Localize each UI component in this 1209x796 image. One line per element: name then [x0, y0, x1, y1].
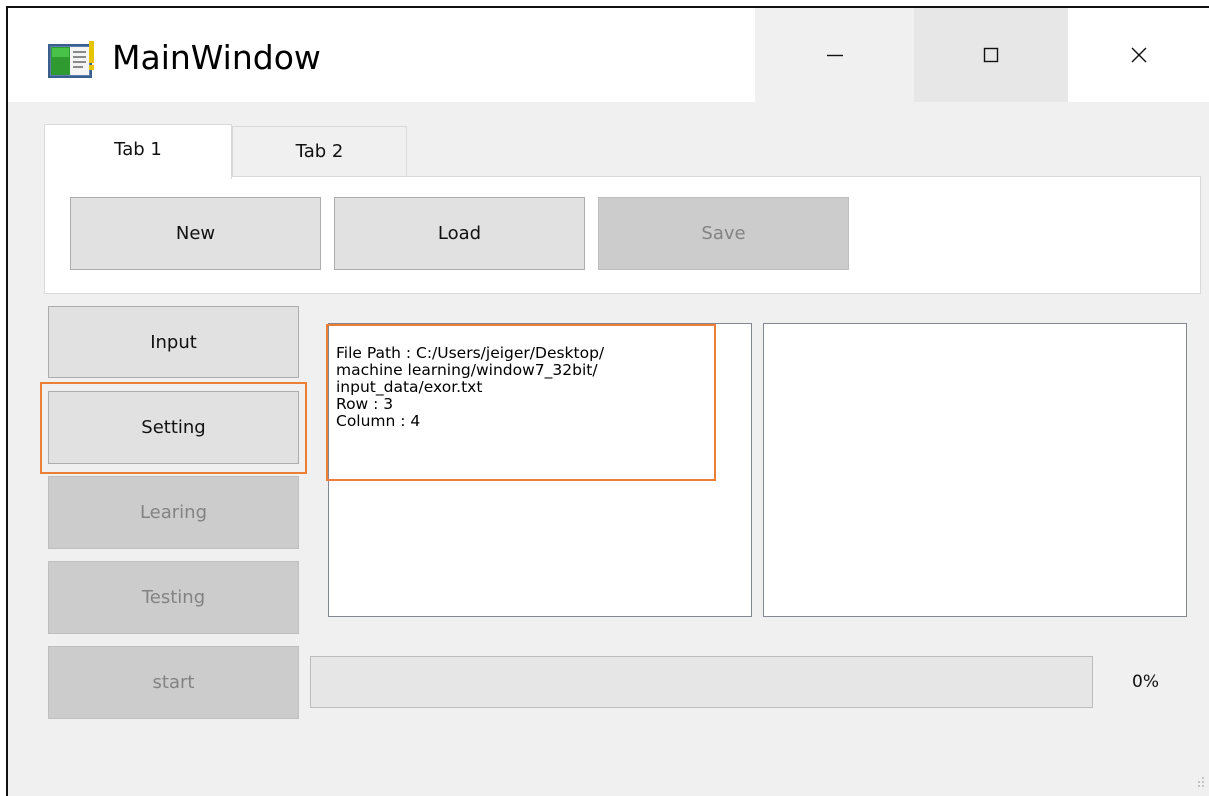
title-bar[interactable]: MainWindow	[8, 8, 1209, 102]
output-panel[interactable]	[763, 323, 1187, 617]
start-button[interactable]: start	[48, 646, 299, 719]
minimize-icon	[826, 54, 843, 57]
progress-percent: 0%	[1132, 672, 1159, 692]
main-window: MainWindow Tab 1 Tab 2 New Load Save Inp…	[6, 6, 1209, 796]
minimize-button[interactable]	[755, 8, 914, 102]
info-highlight	[326, 324, 716, 481]
tab-1[interactable]: Tab 1	[44, 124, 232, 179]
maximize-icon	[983, 47, 999, 63]
learning-button[interactable]: Learing	[48, 476, 299, 549]
window-title: MainWindow	[112, 38, 321, 77]
resize-grip-icon[interactable]	[1194, 776, 1206, 788]
setting-button[interactable]: Setting	[48, 391, 299, 464]
new-button[interactable]: New	[70, 197, 321, 270]
tab-1-pane: New Load Save	[44, 176, 1201, 294]
close-button[interactable]	[1068, 8, 1209, 102]
app-window-icon	[48, 41, 96, 81]
progress-bar	[310, 656, 1093, 708]
load-button[interactable]: Load	[334, 197, 585, 270]
maximize-button[interactable]	[914, 8, 1068, 102]
input-button[interactable]: Input	[48, 306, 299, 378]
testing-button[interactable]: Testing	[48, 561, 299, 634]
tab-2[interactable]: Tab 2	[232, 126, 407, 176]
save-button[interactable]: Save	[598, 197, 849, 270]
close-icon	[1131, 47, 1146, 63]
